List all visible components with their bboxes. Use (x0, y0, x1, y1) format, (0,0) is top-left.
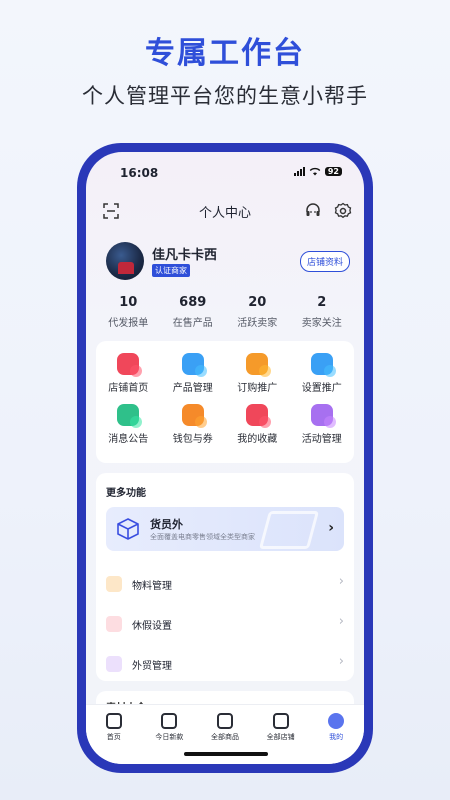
new-icon (161, 713, 178, 729)
tab-mine[interactable]: 我的 (308, 705, 364, 764)
user-icon (328, 713, 345, 729)
stat-item[interactable]: 20 活跃卖家 (225, 295, 290, 329)
stat-label: 卖家关注 (301, 318, 342, 329)
grid-item-wallet[interactable]: 钱包与券 (161, 402, 226, 453)
favorite-icon (246, 404, 269, 426)
grid-item-label: 我的收藏 (237, 434, 278, 445)
message-icon (117, 404, 140, 426)
materials-icon (106, 576, 122, 592)
list-item-label: 外贸管理 (132, 661, 172, 672)
phone-screen: 16:08 92 个人中心 佳凡卡卡西 认证商家 店铺资料 10 代发报单 68… (86, 152, 364, 764)
avatar[interactable] (106, 242, 144, 280)
grid-item-activity[interactable]: 活动管理 (290, 402, 355, 453)
customer-service-icon[interactable] (304, 202, 322, 224)
stat-label: 在售产品 (172, 318, 213, 329)
store-info-button[interactable]: 店铺资料 (299, 251, 350, 272)
profile-header: 佳凡卡卡西 认证商家 店铺资料 (106, 242, 350, 282)
promote-icon (246, 353, 269, 375)
vacation-icon (106, 616, 122, 632)
huoyuanwai-banner[interactable]: 货员外 全面覆盖电商零售领域全类型商家 › (106, 507, 344, 551)
grid-item-label: 产品管理 (172, 383, 213, 394)
chevron-right-icon: › (328, 520, 334, 536)
banner-subtitle: 全面覆盖电商零售领域全类型商家 (150, 533, 255, 541)
bag-icon (216, 713, 233, 729)
grid-item-label: 设置推广 (301, 383, 342, 394)
shop-icon (272, 713, 289, 729)
phone-frame: 16:08 92 个人中心 佳凡卡卡西 认证商家 店铺资料 10 代发报单 68… (77, 143, 373, 773)
grid-item-favorite[interactable]: 我的收藏 (225, 402, 290, 453)
list-item-vacation[interactable]: 休假设置 › (106, 609, 344, 639)
stat-label: 活跃卖家 (237, 318, 278, 329)
status-icons: 92 (293, 167, 342, 176)
trade-icon (106, 656, 122, 672)
home-icon (105, 713, 122, 729)
stat-item[interactable]: 10 代发报单 (96, 295, 161, 329)
stat-value: 20 (248, 295, 267, 310)
chevron-right-icon: › (338, 574, 344, 589)
grid-item-promote[interactable]: 订购推广 (225, 351, 290, 402)
signal-icon (293, 167, 305, 176)
chevron-right-icon: › (338, 614, 344, 629)
grid-item-label: 订购推广 (237, 383, 278, 394)
banner-decoration (258, 511, 320, 549)
profile-name: 佳凡卡卡西 (152, 248, 218, 263)
grid-item-setting-promo[interactable]: 设置推广 (290, 351, 355, 402)
store-home-icon (117, 353, 140, 375)
grid-item-label: 店铺首页 (108, 383, 149, 394)
grid-item-label: 活动管理 (301, 434, 342, 445)
home-indicator (184, 752, 268, 756)
wallet-icon (181, 404, 204, 426)
gear-icon[interactable] (334, 202, 352, 224)
grid-item-store-home[interactable]: 店铺首页 (96, 351, 161, 402)
stat-value: 689 (179, 295, 207, 310)
list-item-materials[interactable]: 物料管理 › (106, 569, 344, 599)
stat-label: 代发报单 (108, 318, 149, 329)
activity-icon (310, 404, 333, 426)
nav-bar: 个人中心 (86, 198, 364, 226)
stat-value: 2 (317, 295, 327, 310)
list-item-trade[interactable]: 外贸管理 › (106, 649, 344, 679)
stat-item[interactable]: 689 在售产品 (161, 295, 226, 329)
chevron-right-icon: › (338, 654, 344, 669)
promo-headline: 专属工作台 (145, 36, 305, 71)
tab-label: 我的 (329, 733, 344, 741)
bottom-tab-bar: 首页 今日新款 全部商品 全部店铺 我的 (86, 704, 364, 764)
list-item-label: 物料管理 (132, 581, 172, 592)
quick-actions-grid: 店铺首页 产品管理 订购推广 设置推广 消息公告 钱包与券 我的收藏 活动管理 (96, 341, 354, 463)
more-features-card: 更多功能 货员外 全面覆盖电商零售领域全类型商家 › 物料管理 › 休假设置 › (96, 473, 354, 681)
banner-title: 货员外 (150, 518, 183, 531)
stats-row: 10 代发报单 689 在售产品 20 活跃卖家 2 卖家关注 (96, 295, 354, 329)
setting-promo-icon (310, 353, 333, 375)
cube-icon (116, 518, 140, 544)
product-icon (181, 353, 204, 375)
more-features-title: 更多功能 (106, 488, 146, 499)
tab-label: 今日新款 (155, 733, 184, 741)
tab-home[interactable]: 首页 (86, 705, 142, 764)
status-time: 16:08 (120, 166, 159, 180)
status-bar: 16:08 92 (86, 164, 364, 184)
tab-label: 全部店铺 (266, 733, 295, 741)
grid-item-label: 消息公告 (108, 434, 149, 445)
grid-item-message[interactable]: 消息公告 (96, 402, 161, 453)
promo-subline: 个人管理平台您的生意小帮手 (82, 84, 368, 108)
stat-value: 10 (119, 295, 138, 310)
certified-badge: 认证商家 (152, 264, 190, 277)
wifi-icon (309, 167, 321, 176)
tab-label: 全部商品 (210, 733, 239, 741)
list-item-label: 休假设置 (132, 621, 172, 632)
stat-item[interactable]: 2 卖家关注 (290, 295, 355, 329)
grid-item-product[interactable]: 产品管理 (161, 351, 226, 402)
battery-indicator: 92 (324, 167, 342, 176)
tab-label: 首页 (106, 733, 121, 741)
grid-item-label: 钱包与券 (172, 434, 213, 445)
